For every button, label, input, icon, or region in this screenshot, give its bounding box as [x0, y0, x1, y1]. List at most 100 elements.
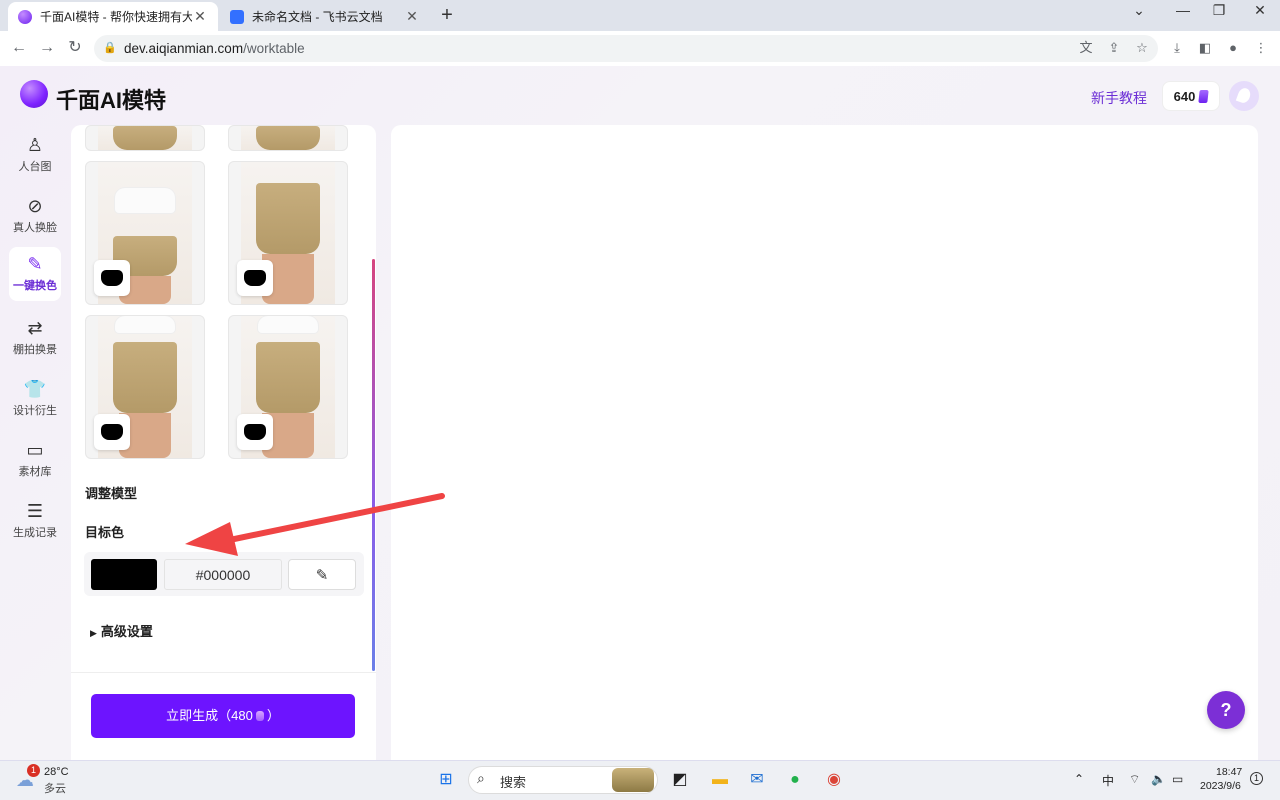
generate-button[interactable]: 立即生成（480 ） [91, 694, 355, 738]
paint-bucket-icon: ✎ [27, 254, 43, 274]
generate-label: 立即生成（480 [166, 708, 253, 723]
ime-indicator[interactable]: 中 [1102, 772, 1114, 789]
app-logo-icon [20, 80, 48, 108]
scene-swap-icon: ⇄ [27, 318, 43, 338]
sidebar-item-label: 设计衍生 [13, 405, 57, 417]
skirt-mask-thumbnail [94, 414, 130, 450]
browser-tab[interactable]: 未命名文档 - 飞书云文档 ✕ [220, 2, 430, 31]
avatar[interactable] [1229, 81, 1259, 111]
sidebar-item-label: 人台图 [18, 161, 52, 173]
download-icon[interactable]: ⤓ [1168, 39, 1186, 57]
model-card[interactable] [85, 315, 205, 459]
sidebar-item-label: 素材库 [18, 466, 52, 478]
doc-favicon-icon [230, 9, 244, 24]
back-icon[interactable]: ← [9, 38, 29, 58]
sidebar-item-design[interactable]: 👕 设计衍生 [3, 372, 67, 428]
sidebar-item-label: 一键换色 [13, 280, 57, 292]
reload-icon[interactable]: ↻ [65, 38, 85, 58]
translate-icon[interactable]: 文 [1077, 39, 1095, 57]
tutorial-link[interactable]: 新手教程 [1091, 88, 1147, 108]
model-card[interactable] [228, 161, 348, 305]
bookmark-star-icon[interactable]: ☆ [1133, 39, 1151, 57]
task-view-icon[interactable]: ◩ [666, 766, 694, 794]
tray-chevron-icon[interactable]: ⌃ [1074, 772, 1084, 786]
wechat-icon[interactable]: ● [781, 766, 809, 794]
eyedropper-icon: ✎ [315, 567, 329, 584]
menu-kebab-icon[interactable]: ⋮ [1252, 39, 1270, 57]
tab-title: 未命名文档 - 飞书云文档 [252, 10, 383, 24]
eyedropper-button[interactable]: ✎ [288, 559, 356, 590]
lock-icon[interactable]: 🔒 [103, 41, 117, 54]
target-color-label: 目标色 [85, 525, 125, 540]
search-highlight-image [612, 768, 654, 792]
volume-icon[interactable]: 🔈 [1151, 772, 1166, 786]
app-name: 千面AI模特 [56, 88, 167, 113]
wifi-icon[interactable]: ⌔ [1129, 772, 1140, 787]
battery-icon[interactable]: ▭ [1172, 772, 1183, 786]
help-button[interactable]: ? [1207, 691, 1245, 729]
mannequin-icon: ♙ [26, 135, 44, 155]
sidebar-item-scene-swap[interactable]: ⇄ 棚拍换景 [3, 311, 67, 367]
clock-time[interactable]: 18:47 [1216, 766, 1242, 778]
forward-icon[interactable]: → [37, 38, 57, 58]
mail-icon[interactable]: ✉ [743, 766, 771, 794]
annotation-arrow [185, 493, 445, 556]
app-favicon-icon [18, 9, 32, 24]
credits-badge[interactable]: 640 [1162, 81, 1220, 111]
close-window-button[interactable]: ✕ [1248, 2, 1272, 19]
sidebar-item-label: 生成记录 [13, 527, 57, 539]
advanced-settings-toggle[interactable]: ▶ 高级设置 [90, 621, 153, 640]
face-swap-icon: ⊘ [27, 196, 43, 216]
file-explorer-icon[interactable]: ▬ [706, 766, 734, 794]
browser-tab-active[interactable]: 千面AI模特 - 帮你快速拥有大牌同 ✕ [8, 2, 218, 31]
preview-canvas [391, 125, 1258, 760]
skirt-mask-thumbnail [94, 260, 130, 296]
new-tab-button[interactable]: + [436, 4, 458, 27]
close-tab-icon[interactable]: ✕ [404, 8, 420, 25]
folder-icon: ▭ [26, 440, 44, 460]
tab-title: 千面AI模特 - 帮你快速拥有大牌同 [40, 10, 192, 24]
restore-button[interactable]: ❐ [1207, 2, 1231, 19]
list-icon: ☰ [26, 501, 44, 521]
hex-color-input[interactable]: #000000 [164, 559, 282, 590]
share-icon[interactable]: ⇪ [1105, 39, 1123, 57]
tab-search-icon[interactable]: ⌄ [1127, 2, 1151, 19]
panel-scrollbar[interactable] [372, 259, 375, 671]
sidebar-item-mannequin[interactable]: ♙ 人台图 [3, 128, 67, 184]
weather-temp[interactable]: 28°C [44, 766, 69, 778]
chrome-icon[interactable]: ◉ [820, 766, 848, 794]
model-card[interactable] [228, 315, 348, 459]
notification-count[interactable]: 1 [1250, 772, 1263, 785]
minimize-button[interactable]: — [1171, 2, 1195, 18]
model-card[interactable] [228, 125, 348, 151]
url-text: dev.aiqianmian.com/worktable [124, 41, 305, 56]
generate-suffix: ） [266, 708, 280, 723]
side-panel-icon[interactable]: ◧ [1196, 39, 1214, 57]
model-card[interactable] [85, 125, 205, 151]
windows-start-icon[interactable]: ⊞ [432, 766, 460, 794]
model-card[interactable] [85, 161, 205, 305]
search-placeholder: 搜索 [500, 775, 527, 790]
sidebar-item-history[interactable]: ☰ 生成记录 [3, 494, 67, 550]
skirt-mask-thumbnail [237, 414, 273, 450]
profile-icon[interactable]: ● [1224, 39, 1242, 57]
weather-badge: 1 [27, 764, 40, 777]
tshirt-icon: 👕 [23, 379, 47, 399]
weather-desc[interactable]: 多云 [44, 780, 66, 796]
close-tab-icon[interactable]: ✕ [192, 8, 208, 25]
gem-icon [255, 711, 264, 721]
gem-icon [1198, 89, 1210, 103]
sidebar-item-face-swap[interactable]: ⊘ 真人换脸 [3, 189, 67, 245]
color-swatch[interactable] [91, 559, 157, 590]
sidebar-item-label: 真人换脸 [13, 222, 57, 234]
search-icon: ⌕ [477, 770, 485, 786]
panel-divider [71, 672, 376, 673]
clock-date[interactable]: 2023/9/6 [1200, 780, 1241, 792]
adjust-model-label: 调整模型 [85, 486, 138, 501]
skirt-mask-thumbnail [237, 260, 273, 296]
sidebar-item-library[interactable]: ▭ 素材库 [3, 433, 67, 489]
sidebar-item-recolor[interactable]: ✎ 一键换色 [9, 247, 61, 301]
advanced-settings-label: 高级设置 [100, 624, 153, 639]
credits-count: 640 [1173, 88, 1196, 104]
sidebar-item-label: 棚拍换景 [13, 344, 57, 356]
